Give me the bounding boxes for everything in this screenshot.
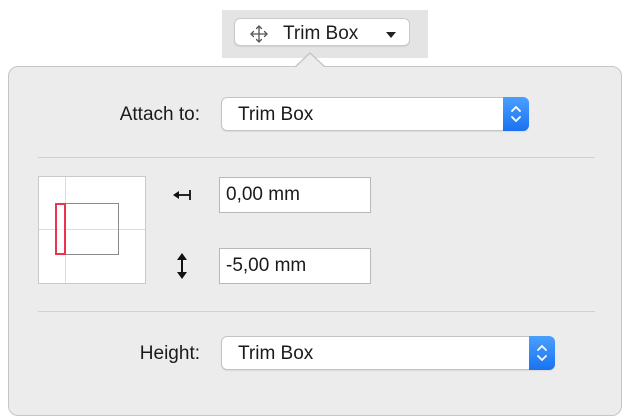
height-select[interactable]: Trim Box bbox=[221, 336, 555, 370]
height-label: Height: bbox=[139, 343, 200, 364]
move-arrows-icon bbox=[249, 24, 269, 49]
attach-to-label: Attach to: bbox=[119, 104, 200, 125]
up-down-chevron-icon bbox=[503, 97, 529, 131]
trim-box-menu-button[interactable]: Trim Box bbox=[234, 18, 410, 46]
vertical-offset-icon bbox=[175, 252, 189, 285]
page-outline bbox=[65, 203, 119, 255]
attach-to-select[interactable]: Trim Box bbox=[221, 97, 529, 131]
up-down-chevron-icon bbox=[529, 336, 555, 370]
divider bbox=[38, 157, 595, 158]
caret-down-icon bbox=[385, 27, 397, 45]
height-value: Trim Box bbox=[238, 343, 314, 364]
attach-to-value: Trim Box bbox=[238, 104, 314, 125]
attached-frame-marker bbox=[55, 203, 66, 255]
divider bbox=[38, 311, 595, 312]
anchor-preview[interactable] bbox=[38, 176, 146, 284]
horizontal-offset-icon bbox=[172, 188, 192, 207]
horizontal-offset-field[interactable] bbox=[219, 177, 371, 213]
vertical-offset-field[interactable] bbox=[219, 248, 371, 284]
trim-box-button-label: Trim Box bbox=[283, 23, 359, 44]
